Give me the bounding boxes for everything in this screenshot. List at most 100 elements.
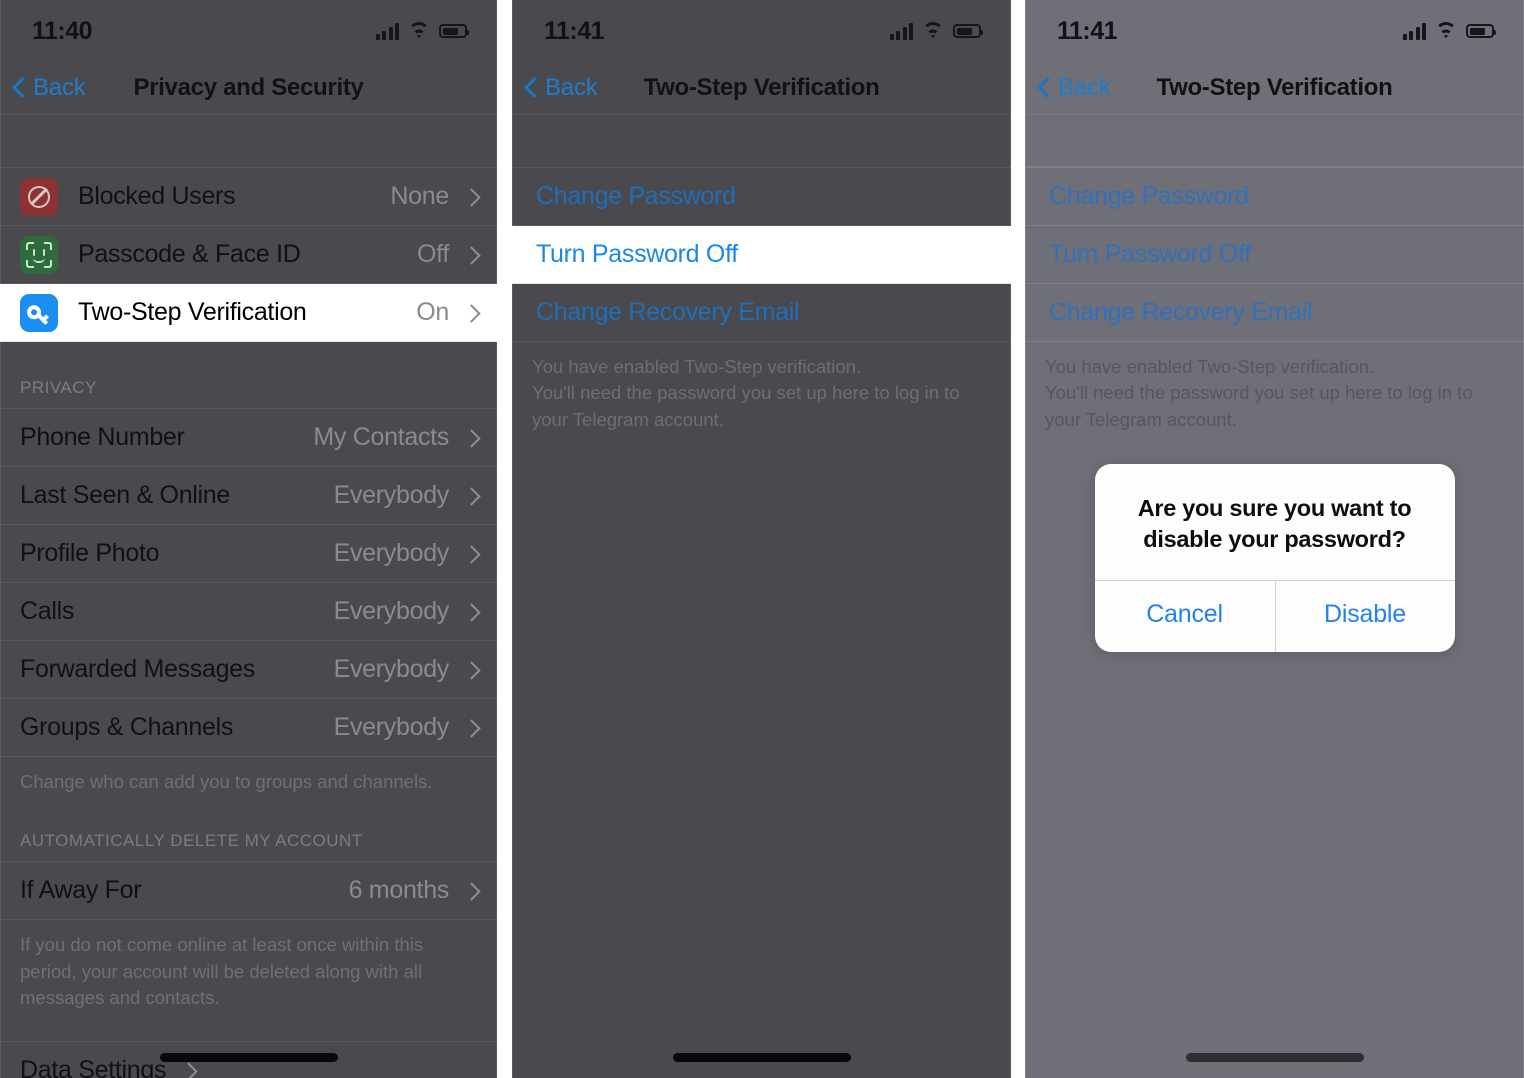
row-value: My Contacts bbox=[313, 423, 449, 451]
row-value: Everybody bbox=[333, 655, 450, 683]
battery-icon bbox=[439, 24, 469, 38]
chevron-right-icon bbox=[463, 427, 481, 449]
phone-panel-two-step-verification: 11:41 Back Two-Step Verification Change … bbox=[512, 0, 1011, 1078]
two-step-footnote: You have enabled Two-Step verification. … bbox=[1045, 356, 1473, 430]
chevron-right-icon bbox=[463, 485, 481, 507]
chevron-right-icon bbox=[463, 186, 481, 208]
row-label: Two-Step Verification bbox=[78, 298, 307, 326]
cellular-signal-icon bbox=[375, 22, 399, 40]
disable-password-alert: Are you sure you want to disable your pa… bbox=[1094, 464, 1455, 653]
cancel-button[interactable]: Cancel bbox=[1095, 581, 1275, 652]
action-change-recovery-email[interactable]: Change Recovery Email bbox=[1025, 284, 1524, 342]
chevron-right-icon bbox=[463, 717, 481, 739]
status-icons bbox=[1402, 22, 1496, 40]
chevron-right-icon bbox=[463, 302, 481, 324]
home-indicator bbox=[1185, 1053, 1364, 1062]
auto-delete-footnote: If you do not come online at least once … bbox=[20, 934, 424, 1008]
action-change-recovery-email[interactable]: Change Recovery Email bbox=[512, 284, 1011, 342]
status-clock: 11:41 bbox=[544, 16, 605, 45]
chevron-right-icon bbox=[180, 1060, 198, 1078]
row-label: Profile Photo bbox=[20, 539, 160, 567]
row-label: Calls bbox=[20, 597, 75, 625]
row-value: On bbox=[416, 298, 449, 326]
row-calls[interactable]: Calls Everybody bbox=[0, 583, 497, 641]
row-last-seen-online[interactable]: Last Seen & Online Everybody bbox=[0, 467, 497, 525]
row-value: Off bbox=[417, 240, 449, 268]
wifi-icon bbox=[1435, 22, 1457, 40]
screenshot-stage: 11:40 Back Privacy and Security Blocked … bbox=[0, 0, 1524, 1078]
two-step-footnote: You have enabled Two-Step verification. … bbox=[532, 356, 960, 430]
disable-button[interactable]: Disable bbox=[1274, 581, 1455, 653]
home-indicator bbox=[159, 1053, 338, 1062]
group-gap bbox=[0, 1011, 497, 1041]
blocked-users-icon bbox=[20, 177, 58, 216]
panel-divider-2 bbox=[1011, 0, 1025, 1078]
alert-title: Are you sure you want to disable your pa… bbox=[1137, 495, 1412, 552]
phone-panel-privacy-and-security: 11:40 Back Privacy and Security Blocked … bbox=[0, 0, 497, 1078]
row-if-away-for[interactable]: If Away For 6 months bbox=[0, 862, 497, 921]
key-icon bbox=[20, 293, 58, 332]
back-button[interactable]: Back bbox=[0, 74, 86, 102]
row-value: 6 months bbox=[348, 876, 450, 905]
row-phone-number[interactable]: Phone Number My Contacts bbox=[0, 409, 497, 467]
cellular-signal-icon bbox=[889, 22, 913, 40]
face-id-icon bbox=[20, 235, 58, 274]
row-value: Everybody bbox=[333, 597, 450, 625]
row-two-step-verification[interactable]: Two-Step Verification On bbox=[0, 284, 497, 342]
row-label: Blocked Users bbox=[78, 182, 236, 210]
actions-group: Change Password Turn Password Off Change… bbox=[512, 167, 1011, 342]
action-change-password[interactable]: Change Password bbox=[512, 168, 1011, 226]
chevron-left-icon bbox=[1038, 77, 1051, 99]
battery-icon bbox=[953, 24, 983, 38]
row-label: Phone Number bbox=[20, 423, 185, 451]
list-top-spacer bbox=[512, 115, 1011, 167]
row-label: Last Seen & Online bbox=[20, 481, 231, 509]
row-forwarded-messages[interactable]: Forwarded Messages Everybody bbox=[0, 641, 497, 699]
chevron-right-icon bbox=[463, 543, 481, 565]
row-value: Everybody bbox=[333, 539, 450, 567]
actions-group: Change Password Turn Password Off Change… bbox=[1025, 167, 1524, 342]
action-turn-password-off[interactable]: Turn Password Off bbox=[512, 226, 1011, 284]
status-clock: 11:41 bbox=[1057, 16, 1118, 45]
row-groups-channels[interactable]: Groups & Channels Everybody bbox=[0, 699, 497, 757]
status-clock: 11:40 bbox=[32, 16, 93, 45]
wifi-icon bbox=[922, 22, 944, 40]
panel-divider-1 bbox=[497, 0, 512, 1078]
row-value: None bbox=[390, 182, 449, 210]
status-icons bbox=[375, 22, 469, 40]
row-label: Forwarded Messages bbox=[20, 655, 255, 683]
list-top-spacer bbox=[1025, 115, 1524, 167]
nav-bar: Back Privacy and Security bbox=[0, 62, 497, 115]
row-blocked-users[interactable]: Blocked Users None bbox=[0, 168, 497, 226]
row-label: Groups & Channels bbox=[20, 713, 234, 741]
alert-actions: Cancel Disable bbox=[1094, 580, 1455, 653]
status-bar: 11:40 bbox=[0, 0, 497, 62]
chevron-left-icon bbox=[525, 77, 538, 99]
cellular-signal-icon bbox=[1402, 22, 1426, 40]
row-value: Everybody bbox=[333, 481, 450, 509]
back-button[interactable]: Back bbox=[1025, 74, 1111, 102]
row-profile-photo[interactable]: Profile Photo Everybody bbox=[0, 525, 497, 583]
chevron-right-icon bbox=[463, 601, 481, 623]
row-label: If Away For bbox=[20, 876, 142, 905]
chevron-right-icon bbox=[463, 880, 481, 902]
phone-panel-disable-password-alert: 11:41 Back Two-Step Verification Change … bbox=[1025, 0, 1524, 1078]
nav-bar: Back Two-Step Verification bbox=[1025, 62, 1524, 115]
chevron-left-icon bbox=[13, 77, 26, 99]
back-button[interactable]: Back bbox=[512, 74, 598, 102]
back-button-label: Back bbox=[545, 74, 598, 101]
list-top-spacer bbox=[0, 115, 497, 167]
row-passcode-face-id[interactable]: Passcode & Face ID Off bbox=[0, 226, 497, 284]
home-indicator bbox=[672, 1053, 851, 1062]
auto-delete-group: If Away For 6 months bbox=[0, 861, 497, 921]
action-turn-password-off[interactable]: Turn Password Off bbox=[1025, 226, 1524, 284]
row-label: Passcode & Face ID bbox=[78, 240, 301, 268]
status-bar: 11:41 bbox=[1025, 0, 1524, 62]
nav-bar: Back Two-Step Verification bbox=[512, 62, 1011, 115]
action-change-password[interactable]: Change Password bbox=[1025, 168, 1524, 226]
back-button-label: Back bbox=[1058, 74, 1111, 101]
privacy-footnote: Change who can add you to groups and cha… bbox=[20, 771, 433, 792]
section-header-auto-delete: AUTOMATICALLY DELETE MY ACCOUNT bbox=[20, 831, 363, 851]
battery-icon bbox=[1466, 24, 1496, 38]
chevron-right-icon bbox=[463, 659, 481, 681]
